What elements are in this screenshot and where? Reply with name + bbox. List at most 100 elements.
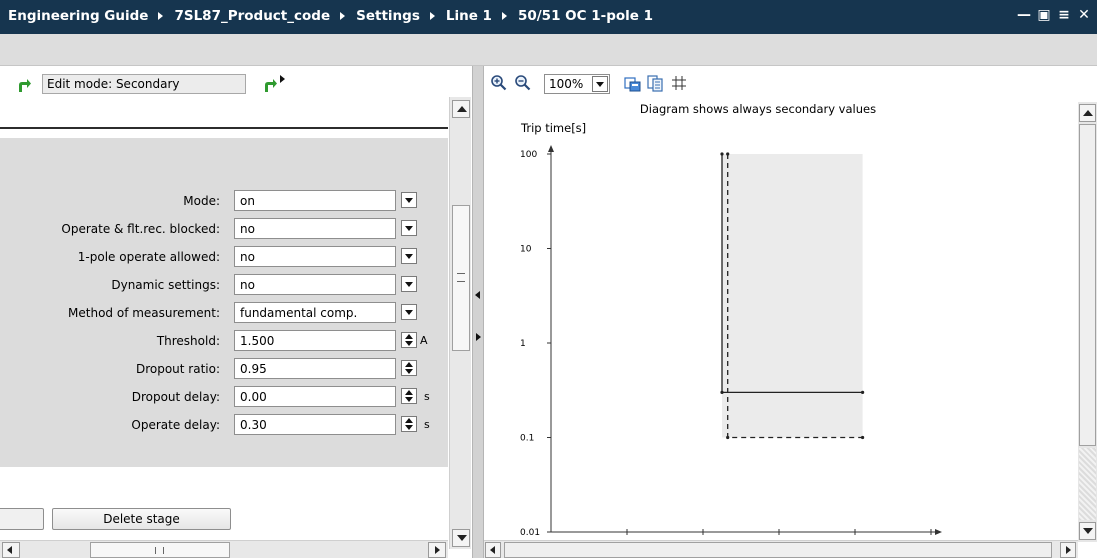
- collapse-left-icon[interactable]: [474, 288, 482, 302]
- horizontal-scrollbar[interactable]: [0, 540, 448, 558]
- chevron-down-icon[interactable]: [401, 248, 417, 264]
- y-tick-label: 1: [520, 339, 526, 349]
- breadcrumb-item[interactable]: 7SL87_Product_code: [174, 8, 330, 24]
- setting-row-operate-delay: Operate delay: 0.30 s: [0, 414, 448, 436]
- setting-value: no: [240, 222, 255, 236]
- trip-diagram: Diagram shows always secondary values Tr…: [486, 100, 1076, 540]
- settings-toolbar: Edit mode: Secondary: [0, 66, 448, 98]
- title-bar: Engineering Guide 7SL87_Product_code Setti…: [0, 0, 1097, 34]
- scroll-left-icon[interactable]: [485, 542, 501, 558]
- setting-label: Dynamic settings:: [111, 278, 220, 292]
- spinner-icon[interactable]: [401, 416, 417, 432]
- scrollbar-track[interactable]: [1079, 448, 1096, 520]
- scroll-up-icon[interactable]: [452, 100, 470, 118]
- copy-icon[interactable]: [646, 74, 664, 92]
- spinner-icon[interactable]: [401, 388, 417, 404]
- setting-value: 0.30: [240, 418, 267, 432]
- scroll-right-icon[interactable]: [1060, 542, 1076, 558]
- export-icon[interactable]: [624, 74, 642, 92]
- setting-row-dropout-ratio: Dropout ratio: 0.95: [0, 358, 448, 380]
- 1pole-operate-select[interactable]: no: [234, 246, 396, 267]
- minimize-icon[interactable]: —: [1017, 7, 1031, 23]
- green-arrow-icon[interactable]: [262, 77, 278, 93]
- chart-title: Diagram shows always secondary values: [640, 102, 876, 116]
- setting-label: Operate delay:: [131, 418, 220, 432]
- setting-label: Dropout ratio:: [135, 362, 220, 376]
- scroll-up-icon[interactable]: [1079, 104, 1096, 122]
- x-axis-arrow: [935, 529, 942, 535]
- pane-splitter[interactable]: [472, 66, 484, 558]
- method-select[interactable]: fundamental comp.: [234, 302, 396, 323]
- zoom-select[interactable]: 100%: [544, 74, 610, 94]
- mode-select[interactable]: on: [234, 190, 396, 211]
- setting-label: Mode:: [183, 194, 220, 208]
- toolbar-strip: [0, 34, 1097, 66]
- setting-label: 1-pole operate allowed:: [77, 250, 220, 264]
- y-axis-label: Trip time[s]: [520, 121, 586, 135]
- scrollbar-thumb[interactable]: [1079, 124, 1096, 446]
- vertical-scrollbar[interactable]: [449, 97, 471, 549]
- chevron-down-icon[interactable]: [401, 276, 417, 292]
- setting-label: Dropout delay:: [131, 390, 220, 404]
- breadcrumb-separator-icon: [429, 11, 436, 20]
- y-axis-arrow: [548, 145, 554, 152]
- grid-icon[interactable]: [670, 74, 688, 92]
- dropout-delay-input[interactable]: 0.00: [234, 386, 396, 407]
- scrollbar-thumb[interactable]: [504, 542, 1052, 558]
- setting-label: Method of measurement:: [68, 306, 220, 320]
- window-controls: — ▣ ≡ ✕: [1017, 7, 1091, 23]
- spinner-icon[interactable]: [401, 360, 417, 376]
- setting-row-1pole: 1-pole operate allowed: no: [0, 246, 448, 268]
- operate-delay-input[interactable]: 0.30: [234, 414, 396, 435]
- setting-label: Threshold:: [156, 334, 220, 348]
- threshold-input[interactable]: 1.500: [234, 330, 396, 351]
- green-arrow-icon[interactable]: [16, 77, 32, 93]
- unit-label: A: [420, 334, 428, 347]
- dropdown-arrow-icon[interactable]: [279, 74, 287, 84]
- collapse-right-icon[interactable]: [474, 330, 482, 344]
- setting-label: Operate & flt.rec. blocked:: [61, 222, 220, 236]
- breadcrumb-item[interactable]: Settings: [356, 8, 420, 24]
- diagram-vertical-scrollbar[interactable]: [1078, 102, 1097, 542]
- zoom-in-icon[interactable]: [490, 74, 508, 92]
- diagram-toolbar: 100%: [484, 66, 1097, 100]
- chevron-down-icon[interactable]: [592, 76, 608, 92]
- edit-mode-field[interactable]: Edit mode: Secondary: [42, 74, 246, 94]
- scroll-left-icon[interactable]: [2, 542, 20, 558]
- diagram-pane: 100% Diagram shows always secondary valu…: [484, 66, 1097, 558]
- trip-area: [722, 154, 863, 438]
- setting-value: 0.95: [240, 362, 267, 376]
- breadcrumb-separator-icon: [501, 11, 508, 20]
- breadcrumb-item[interactable]: Line 1: [446, 8, 492, 24]
- menu-icon[interactable]: ≡: [1057, 7, 1071, 23]
- diagram-horizontal-scrollbar[interactable]: [484, 540, 1078, 558]
- chevron-down-icon[interactable]: [401, 220, 417, 236]
- curve-point: [726, 435, 730, 440]
- breadcrumb-item[interactable]: Engineering Guide: [8, 8, 148, 24]
- breadcrumb-item-current: 50/51 OC 1-pole 1: [517, 8, 654, 24]
- add-stage-button[interactable]: [0, 508, 44, 530]
- scrollbar-thumb[interactable]: [452, 205, 470, 351]
- setting-row-dynamic: Dynamic settings: no: [0, 274, 448, 296]
- setting-value: no: [240, 250, 255, 264]
- chevron-down-icon[interactable]: [401, 192, 417, 208]
- chevron-down-icon[interactable]: [401, 304, 417, 320]
- scroll-right-icon[interactable]: [428, 542, 446, 558]
- dynamic-settings-select[interactable]: no: [234, 274, 396, 295]
- close-icon[interactable]: ✕: [1077, 7, 1091, 23]
- divider: [0, 127, 448, 129]
- delete-stage-button[interactable]: Delete stage: [52, 508, 231, 530]
- zoom-value: 100%: [549, 77, 584, 91]
- setting-row-dropout-delay: Dropout delay: 0.00 s: [0, 386, 448, 408]
- y-tick-label: 0.1: [520, 434, 534, 444]
- operate-blocked-select[interactable]: no: [234, 218, 396, 239]
- zoom-out-icon[interactable]: [514, 74, 532, 92]
- scroll-down-icon[interactable]: [1079, 522, 1096, 540]
- curve-point: [720, 390, 724, 395]
- scrollbar-thumb[interactable]: [90, 542, 230, 558]
- spinner-icon[interactable]: [401, 332, 417, 348]
- restore-icon[interactable]: ▣: [1037, 7, 1051, 23]
- scroll-down-icon[interactable]: [452, 529, 470, 547]
- setting-row-operate-blocked: Operate & flt.rec. blocked: no: [0, 218, 448, 240]
- dropout-ratio-input[interactable]: 0.95: [234, 358, 396, 379]
